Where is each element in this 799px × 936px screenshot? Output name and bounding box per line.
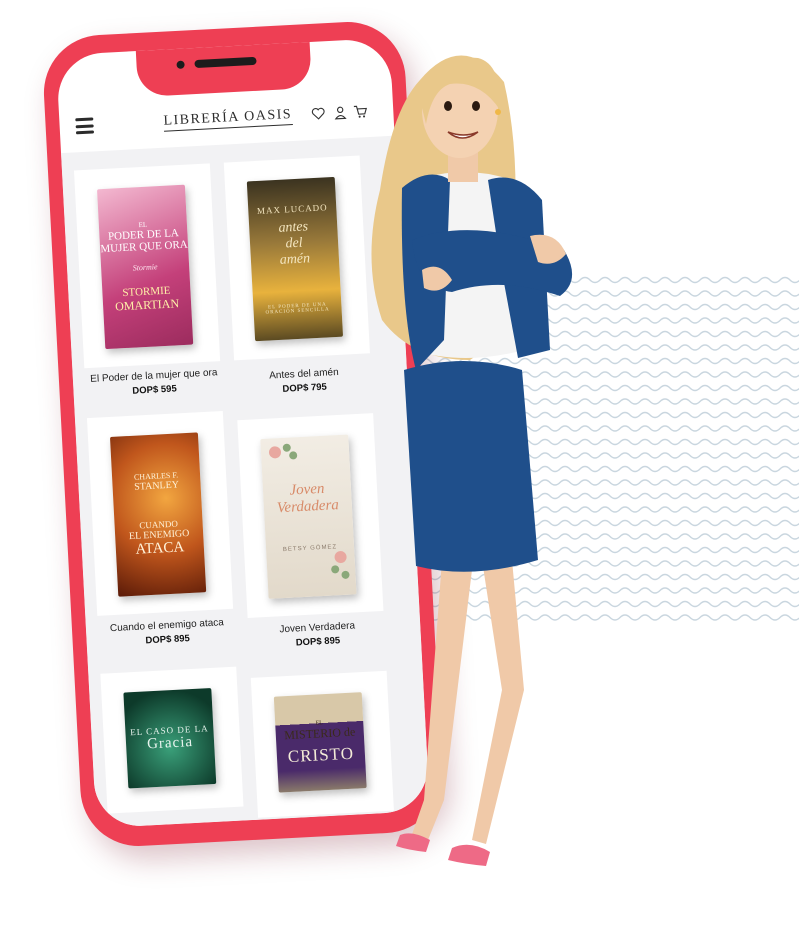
cover-text: MISTERIO de bbox=[283, 724, 356, 742]
cover-author: OMARTIAN bbox=[114, 296, 180, 314]
book-cover-image[interactable]: CHARLES F. STANLEY CUANDO EL ENEMIGO ATA… bbox=[109, 432, 207, 597]
heart-icon[interactable] bbox=[311, 105, 326, 122]
cover-text: Verdadera bbox=[276, 497, 340, 517]
cover-text: Stormie bbox=[132, 262, 158, 273]
cover-subtitle: EL PODER DE UNA ORACIÓN SENCILLA bbox=[265, 302, 330, 316]
product-card[interactable]: CHARLES F. STANLEY CUANDO EL ENEMIGO ATA… bbox=[86, 411, 234, 616]
camera-icon bbox=[176, 60, 185, 69]
product-card[interactable]: MAX LUCADO antes del amén EL PODER DE UN… bbox=[223, 155, 370, 361]
cover-text: ATACA bbox=[135, 539, 185, 558]
book-cover-image[interactable]: MAX LUCADO antes del amén EL PODER DE UN… bbox=[246, 176, 344, 342]
menu-icon[interactable] bbox=[75, 117, 95, 135]
flower-decoration bbox=[269, 443, 298, 460]
cover-author: MAX LUCADO bbox=[256, 202, 328, 216]
speaker-grille bbox=[194, 56, 257, 69]
cover-text: amén bbox=[279, 251, 311, 268]
product-card[interactable]: EL PODER DE LA MUJER QUE ORA Stormie STO… bbox=[73, 163, 221, 369]
product-card[interactable]: EL CASO DE LA Gracia bbox=[100, 666, 244, 814]
cover-text: Gracia bbox=[146, 733, 194, 752]
user-icon[interactable] bbox=[333, 104, 348, 121]
phone-notch bbox=[135, 39, 312, 98]
book-cover-image[interactable]: EL PODER DE LA MUJER QUE ORA Stormie STO… bbox=[96, 184, 194, 350]
woman-character-illustration bbox=[371, 55, 573, 866]
book-cover-image[interactable]: EL CASO DE LA Gracia bbox=[123, 688, 217, 789]
brand-logo[interactable]: LIBRERÍA OASIS bbox=[163, 107, 293, 132]
